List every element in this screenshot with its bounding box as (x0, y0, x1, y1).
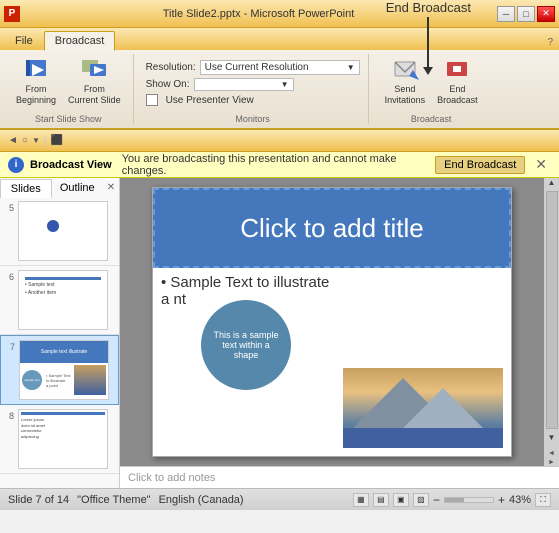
slide-thumb-7[interactable]: 7 Sample text illustrate sample text • S… (0, 335, 119, 405)
slide-num-6: 6 (4, 272, 14, 282)
resolution-row: Resolution: Use Current Resolution ▼ (146, 60, 360, 75)
show-on-dropdown-arrow: ▼ (281, 80, 289, 89)
zoom-slider[interactable] (444, 497, 494, 503)
vertical-scrollbar[interactable]: ▲ ▼ ◄ ► (544, 178, 559, 466)
show-on-row: Show On: ▼ (146, 78, 294, 91)
slide-thumb-5[interactable]: 5 (0, 197, 119, 266)
view-normal-button[interactable]: ▦ (353, 493, 369, 507)
end-broadcast-annotation: End Broadcast (386, 0, 471, 15)
slide-num-5: 5 (4, 203, 14, 213)
scroll-up-arrow[interactable]: ▲ (548, 178, 556, 187)
zoom-in-button[interactable]: + (498, 493, 505, 507)
from-beginning-label: FromBeginning (16, 84, 56, 106)
scroll-right-2[interactable]: ► (548, 459, 555, 466)
theme-name: "Office Theme" (77, 494, 150, 506)
window-title: Title Slide2.pptx - Microsoft PowerPoint (163, 8, 355, 20)
presenter-view-label: Use Presenter View (166, 95, 254, 106)
resolution-dropdown-arrow: ▼ (347, 63, 355, 72)
sidebar-close-button[interactable]: ✕ (103, 180, 119, 196)
minimize-button[interactable]: ─ (497, 6, 515, 22)
undo-button[interactable]: ◄ (8, 135, 18, 146)
notes-bar[interactable]: Click to add notes (120, 466, 559, 488)
slide-image (343, 368, 503, 448)
ribbon-group-start-slide-show: FromBeginning FromCurrent Slide Start Sl… (8, 54, 134, 124)
slide-num-7: 7 (5, 342, 15, 352)
slide-container: Click to add title • Sample Text to illu… (120, 178, 544, 466)
show-on-dropdown[interactable]: ▼ (194, 78, 294, 91)
redo-button[interactable]: ○ (22, 135, 28, 146)
tab-broadcast[interactable]: Broadcast (44, 31, 116, 51)
from-current-slide-button[interactable]: FromCurrent Slide (64, 54, 125, 108)
sidebar-tabs-row: Slides Outline ✕ (0, 178, 119, 197)
slide-preview-8: Lorem ipsumdolor sit ametconsecteturadip… (18, 409, 108, 469)
slide-count: Slide 7 of 14 (8, 494, 69, 506)
slide-preview-7: Sample text illustrate sample text • Sam… (19, 340, 109, 400)
tab-file[interactable]: File (4, 31, 44, 50)
scroll-down-arrow[interactable]: ▼ (548, 433, 556, 442)
slide-preview-6: • Sample text • Another item (18, 270, 108, 330)
slide-content: • Sample Text to illustrate a nt This is… (161, 270, 503, 448)
from-beginning-icon (22, 56, 50, 84)
start-slide-show-label: Start Slide Show (35, 114, 102, 124)
ribbon: FromBeginning FromCurrent Slide Start Sl… (0, 50, 559, 130)
resolution-label: Resolution: (146, 62, 196, 73)
view-slideshow-button[interactable]: ▧ (413, 493, 429, 507)
from-current-slide-label: FromCurrent Slide (68, 84, 121, 106)
view-slide-sorter-button[interactable]: ▤ (373, 493, 389, 507)
maximize-button[interactable]: □ (517, 6, 535, 22)
qa-icon[interactable]: ⬛ (51, 135, 63, 146)
sidebar: Slides Outline ✕ 5 6 (0, 178, 120, 488)
from-beginning-button[interactable]: FromBeginning (12, 54, 60, 108)
zoom-out-button[interactable]: − (433, 493, 440, 507)
slide-header: Click to add title (153, 188, 511, 268)
monitors-label: Monitors (235, 114, 270, 124)
presenter-view-checkbox[interactable] (146, 94, 158, 106)
sidebar-tab-slides[interactable]: Slides (0, 179, 52, 198)
notification-bar: i Broadcast View You are broadcasting th… (0, 152, 559, 178)
zoom-level: 43% (509, 494, 531, 506)
ribbon-tabs: File Broadcast ? (0, 28, 559, 50)
help-icon[interactable]: ? (541, 35, 559, 50)
close-button[interactable]: ✕ (537, 6, 555, 22)
app-icon: P (4, 6, 20, 22)
scroll-right-1[interactable]: ◄ (548, 450, 555, 457)
main-area: Slides Outline ✕ 5 6 (0, 178, 559, 488)
broadcast-label: Broadcast (411, 114, 452, 124)
slide-preview-5 (18, 201, 108, 261)
title-bar: P Title Slide2.pptx - Microsoft PowerPoi… (0, 0, 559, 28)
language: English (Canada) (159, 494, 244, 506)
notification-icon: i (8, 157, 24, 173)
status-bar: Slide 7 of 14 "Office Theme" English (Ca… (0, 488, 559, 510)
resolution-dropdown[interactable]: Use Current Resolution ▼ (200, 60, 360, 75)
send-invitations-label: SendInvitations (385, 84, 426, 106)
slide-thumb-6[interactable]: 6 • Sample text • Another item (0, 266, 119, 335)
from-current-slide-icon (80, 56, 108, 84)
slide-thumb-8[interactable]: 8 Lorem ipsumdolor sit ametconsecteturad… (0, 405, 119, 474)
slide-num-8: 8 (4, 411, 14, 421)
slide-circle-shape: This is a sample text within a shape (201, 300, 291, 390)
slide-bullet-continued: a nt (161, 291, 503, 308)
sidebar-tab-outline[interactable]: Outline (52, 178, 104, 197)
end-broadcast-label: EndBroadcast (437, 84, 478, 106)
qa-separator: | (44, 135, 47, 147)
broadcast-view-label: Broadcast View (30, 159, 112, 171)
slide-title: Click to add title (240, 213, 424, 244)
view-reading-button[interactable]: ▣ (393, 493, 409, 507)
qa-arrow[interactable]: ▼ (32, 136, 40, 145)
notes-placeholder: Click to add notes (128, 472, 215, 484)
fit-to-window-button[interactable]: ⛶ (535, 493, 551, 507)
quick-access-bar: ◄ ○ ▼ | ⬛ (0, 130, 559, 152)
main-slide[interactable]: Click to add title • Sample Text to illu… (152, 187, 512, 457)
show-on-label: Show On: (146, 79, 190, 90)
notification-close-button[interactable]: ✕ (531, 156, 551, 173)
slide-bullet-text: • Sample Text to illustrate (161, 274, 503, 291)
notification-message: You are broadcasting this presentation a… (122, 153, 429, 177)
end-broadcast-notification-button[interactable]: End Broadcast (435, 156, 525, 174)
presenter-view-row: Use Presenter View (146, 94, 254, 106)
ribbon-group-monitors: Resolution: Use Current Resolution ▼ Sho… (142, 54, 369, 124)
